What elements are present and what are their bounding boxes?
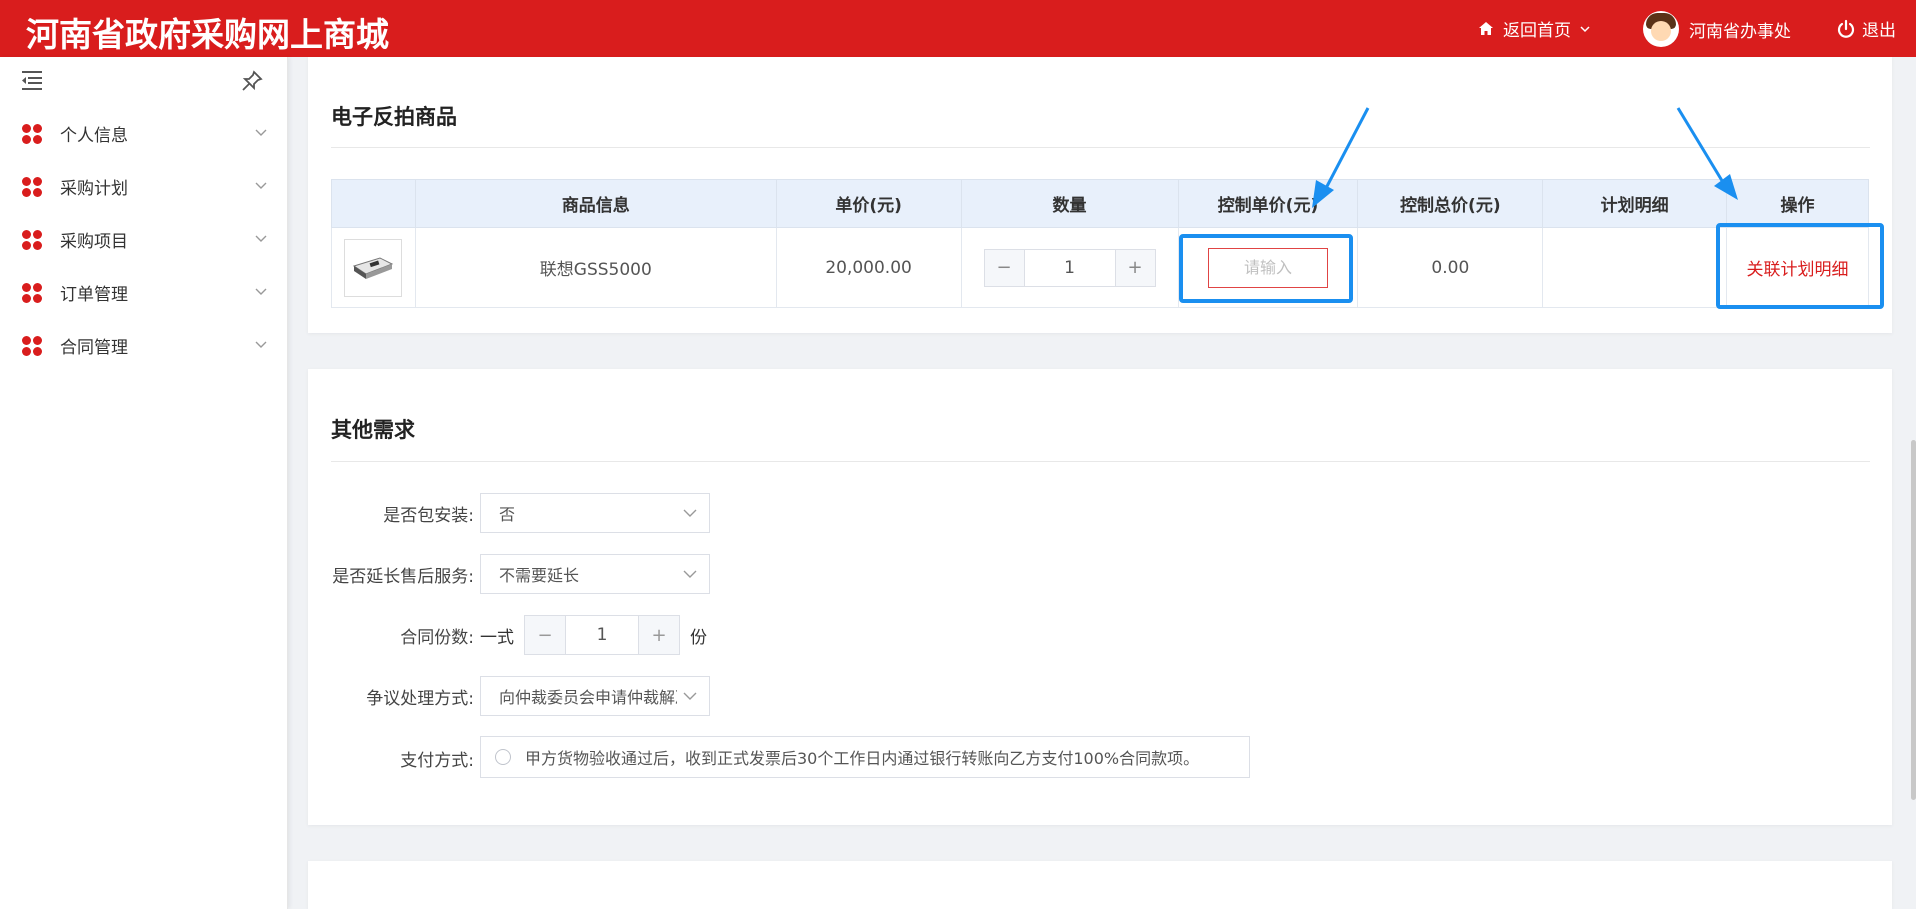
- chevron-down-icon: [1580, 25, 1590, 32]
- sidebar-item-procurement-project[interactable]: 采购项目: [0, 213, 287, 266]
- other-section-title: 其他需求: [331, 418, 415, 442]
- flower-icon: [22, 176, 42, 197]
- top-header: 河南省政府采购网上商城 返回首页 河南省办事处 退出: [0, 0, 1916, 57]
- flower-icon: [22, 335, 42, 356]
- table-row: 联想GSS5000 20,000.00 − 1 + 0.00 关联计划明细: [331, 227, 1869, 308]
- sidebar-item-label: 合同管理: [60, 338, 128, 358]
- chevron-down-icon: [683, 509, 697, 517]
- table-header: 控制总价(元): [1357, 179, 1544, 228]
- copies-value[interactable]: 1: [565, 616, 639, 654]
- site-title: 河南省政府采购网上商城: [26, 15, 389, 54]
- plan-detail: [1542, 227, 1728, 308]
- copies-decrement-button[interactable]: −: [525, 616, 565, 654]
- user-menu[interactable]: 河南省办事处: [1643, 11, 1791, 47]
- extend-service-row: 是否延长售后服务: 不需要延长: [331, 554, 710, 594]
- pin-icon[interactable]: [240, 69, 264, 93]
- home-link[interactable]: 返回首页: [1477, 16, 1591, 41]
- product-thumbnail[interactable]: [344, 238, 403, 297]
- payment-radio[interactable]: [495, 749, 511, 765]
- sidebar-item-contract-management[interactable]: 合同管理: [0, 319, 287, 372]
- contract-copies-row: 合同份数: 一式 − 1 + 份: [331, 615, 707, 655]
- sidebar-item-order-management[interactable]: 订单管理: [0, 266, 287, 319]
- scanner-image: [353, 256, 394, 279]
- dispute-row: 争议处理方式: 向仲裁委员会申请仲裁解决: [331, 676, 710, 716]
- logout-button[interactable]: 退出: [1836, 16, 1896, 41]
- sidebar: 个人信息 采购计划 采购项目 订单管理 合同管理: [0, 57, 288, 909]
- install-row: 是否包安装: 否: [331, 493, 710, 533]
- chevron-down-icon: [683, 692, 697, 700]
- table-header: 商品信息: [414, 179, 777, 228]
- power-icon: [1837, 19, 1855, 38]
- home-icon: [1479, 21, 1493, 35]
- control-total: 0.00: [1357, 227, 1544, 308]
- sidebar-item-procurement-plan[interactable]: 采购计划: [0, 160, 287, 213]
- scrollbar[interactable]: [1911, 440, 1916, 800]
- chevron-down-icon: [255, 288, 267, 295]
- chevron-down-icon: [683, 570, 697, 578]
- flower-icon: [22, 123, 42, 144]
- table-header: 单价(元): [775, 179, 962, 228]
- sidebar-item-label: 采购项目: [60, 232, 128, 252]
- menu-collapse-icon[interactable]: [20, 69, 44, 91]
- quantity-increment-button[interactable]: +: [1114, 249, 1155, 286]
- annotation-highlight-action: [1716, 223, 1884, 309]
- dispute-select[interactable]: 向仲裁委员会申请仲裁解决: [480, 676, 710, 716]
- copies-prefix: 一式: [480, 627, 514, 648]
- avatar: [1643, 11, 1679, 47]
- install-select-value: 否: [499, 505, 516, 524]
- sidebar-item-personal-info[interactable]: 个人信息: [0, 107, 287, 160]
- product-thumbnail-cell: [331, 227, 416, 308]
- other-requirements-card: 其他需求 是否包安装: 否 是否延长售后服务: 不需要延长 合同份数: 一式 −…: [308, 369, 1892, 825]
- next-section-card: [308, 861, 1892, 909]
- copies-suffix: 份: [690, 627, 707, 648]
- sidebar-item-label: 订单管理: [60, 285, 128, 305]
- sidebar-item-label: 采购计划: [60, 179, 128, 199]
- dispute-select-value: 向仲裁委员会申请仲裁解决: [499, 688, 677, 707]
- logout-label: 退出: [1862, 21, 1896, 41]
- copies-stepper: − 1 +: [524, 615, 680, 655]
- divider: [331, 461, 1870, 462]
- payment-row: 支付方式: 甲方货物验收通过后，收到正式发票后30个工作日内通过银行转账向乙方支…: [331, 736, 1250, 778]
- table-header-image: [331, 179, 416, 228]
- contract-copies-label: 合同份数:: [400, 627, 474, 648]
- copies-increment-button[interactable]: +: [639, 616, 679, 654]
- extend-service-select[interactable]: 不需要延长: [480, 554, 710, 594]
- sidebar-item-label: 个人信息: [60, 126, 128, 146]
- unit-price: 20,000.00: [775, 227, 962, 308]
- install-select[interactable]: 否: [480, 493, 710, 533]
- product-name: 联想GSS5000: [414, 227, 777, 308]
- flower-icon: [22, 229, 42, 250]
- quantity-value[interactable]: 1: [1025, 250, 1115, 286]
- payment-options: 甲方货物验收通过后，收到正式发票后30个工作日内通过银行转账向乙方支付100%合…: [480, 736, 1250, 778]
- sidebar-toolbar: [0, 57, 287, 107]
- extend-service-value: 不需要延长: [499, 566, 580, 585]
- annotation-highlight-control-price: [1179, 234, 1353, 303]
- quantity-decrement-button[interactable]: −: [984, 249, 1025, 286]
- annotation-arrow-icon: [1676, 107, 1738, 200]
- quantity-cell: − 1 +: [960, 227, 1179, 308]
- chevron-down-icon: [255, 235, 267, 242]
- flower-icon: [22, 282, 42, 303]
- dispute-label: 争议处理方式:: [366, 688, 474, 709]
- chevron-down-icon: [255, 129, 267, 136]
- goods-table: 商品信息 单价(元) 数量 控制单价(元) 控制总价(元) 计划明细 操作 联想…: [331, 179, 1869, 308]
- install-label: 是否包安装:: [383, 505, 474, 526]
- chevron-down-icon: [255, 341, 267, 348]
- quantity-stepper: − 1 +: [983, 248, 1156, 287]
- extend-service-label: 是否延长售后服务:: [332, 566, 474, 587]
- annotation-arrow-icon: [1312, 107, 1370, 208]
- home-link-label: 返回首页: [1503, 21, 1571, 41]
- chevron-down-icon: [255, 182, 267, 189]
- payment-option-label[interactable]: 甲方货物验收通过后，收到正式发票后30个工作日内通过银行转账向乙方支付100%合…: [525, 745, 1199, 769]
- table-header: 数量: [960, 179, 1179, 228]
- goods-section-title: 电子反拍商品: [331, 105, 457, 129]
- goods-card: 电子反拍商品 商品信息 单价(元) 数量 控制单价(元) 控制总价(元) 计划明…: [308, 57, 1892, 333]
- payment-label: 支付方式:: [400, 751, 474, 771]
- divider: [331, 147, 1870, 148]
- user-name: 河南省办事处: [1689, 21, 1791, 42]
